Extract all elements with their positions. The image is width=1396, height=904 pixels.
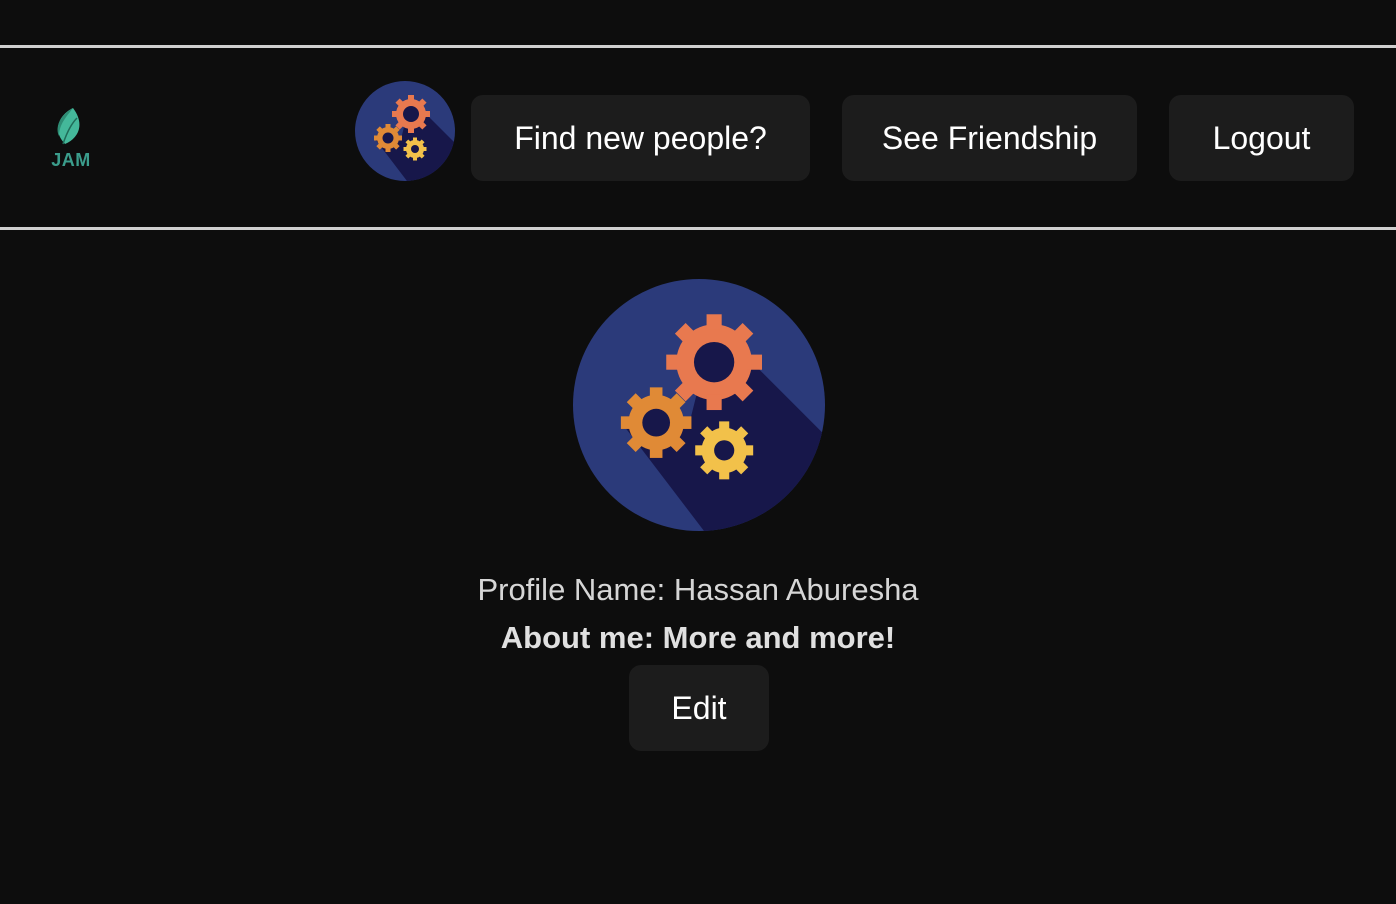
- profile-name: Profile Name: Hassan Aburesha: [477, 572, 919, 607]
- leaf-icon: [57, 108, 80, 145]
- logout-button[interactable]: Logout: [1169, 95, 1354, 181]
- jam-logo[interactable]: JAM: [45, 106, 97, 172]
- header-avatar[interactable]: [355, 81, 455, 181]
- see-friendship-button[interactable]: See Friendship: [842, 95, 1137, 181]
- logo-text: JAM: [51, 150, 91, 170]
- profile-avatar: [573, 279, 825, 531]
- profile-page: JAM Find new people? See Friendship Logo…: [0, 0, 1396, 904]
- find-new-people-button[interactable]: Find new people?: [471, 95, 810, 181]
- edit-button[interactable]: Edit: [629, 665, 769, 751]
- gears-icon: [355, 81, 455, 181]
- header-bottom-divider: [0, 227, 1396, 230]
- about-me: About me: More and more!: [500, 620, 896, 655]
- top-navbar: JAM Find new people? See Friendship Logo…: [0, 48, 1396, 227]
- gears-icon: [573, 279, 825, 531]
